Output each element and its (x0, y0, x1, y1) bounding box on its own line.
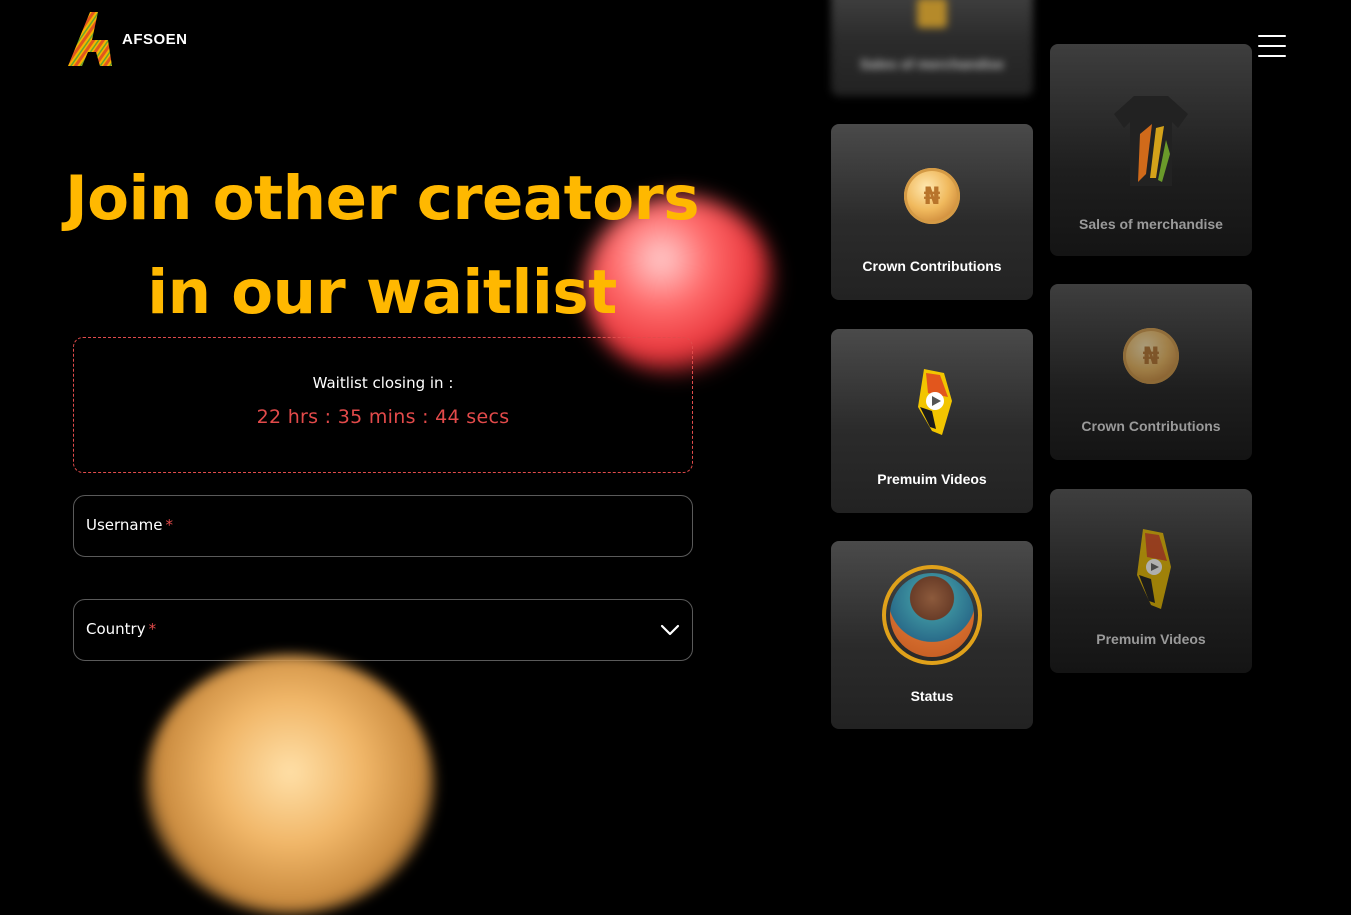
country-select[interactable]: Country * (73, 599, 693, 661)
card-label: Premuim Videos (877, 471, 987, 487)
card-premium-videos[interactable]: Premuim Videos (831, 329, 1033, 513)
card-label: Status (910, 688, 954, 704)
avatar (890, 573, 974, 657)
chevron-down-icon (660, 624, 680, 636)
card-label: Sales of merchandise (860, 56, 1004, 72)
card-premium-videos-2[interactable]: Premuim Videos (1050, 489, 1252, 673)
countdown-box: Waitlist closing in : 22 hrs : 35 mins :… (73, 337, 693, 473)
hero-line-1: Join other creators (64, 163, 700, 234)
card-status[interactable]: Status (831, 541, 1033, 729)
naira-coin-icon: ₦ (904, 168, 960, 224)
brand-name: AFSOEN (122, 30, 188, 48)
required-mark: * (165, 516, 173, 534)
card-sales-merchandise[interactable]: Sales of merchandise (1050, 44, 1252, 256)
username-label: Username * (86, 516, 173, 534)
card-label: Sales of merchandise (1079, 216, 1223, 232)
required-mark: * (148, 620, 157, 638)
video-badge-icon (918, 369, 952, 435)
card-label: Crown Contributions (1081, 418, 1221, 434)
country-label: Country * (86, 620, 156, 638)
country-label-text: Country (86, 620, 146, 638)
card-crown-contributions[interactable]: ₦ Crown Contributions (831, 124, 1033, 300)
tshirt-icon (917, 0, 947, 28)
status-avatar-ring (882, 565, 982, 665)
afsoen-logo-icon (68, 12, 112, 66)
hamburger-menu-icon[interactable] (1258, 35, 1286, 57)
decorative-coin-blur (145, 655, 435, 915)
countdown-timer: 22 hrs : 35 mins : 44 secs (256, 406, 510, 428)
brand-logo[interactable]: AFSOEN (64, 10, 188, 68)
video-badge-icon (1137, 529, 1171, 609)
username-field[interactable]: Username * (73, 495, 693, 557)
card-label: Crown Contributions (862, 258, 1002, 274)
hero-line-2: in our waitlist (147, 257, 617, 328)
hero-heading: Join other creators in our waitlist (62, 152, 702, 340)
tshirt-icon (1114, 96, 1188, 186)
countdown-label: Waitlist closing in : (312, 374, 454, 392)
card-label: Premuim Videos (1096, 631, 1206, 647)
naira-coin-icon: ₦ (1123, 328, 1179, 384)
username-label-text: Username (86, 516, 163, 534)
card-merchandise-partial: Sales of merchandise (831, 0, 1033, 96)
card-crown-contributions-2[interactable]: ₦ Crown Contributions (1050, 284, 1252, 460)
